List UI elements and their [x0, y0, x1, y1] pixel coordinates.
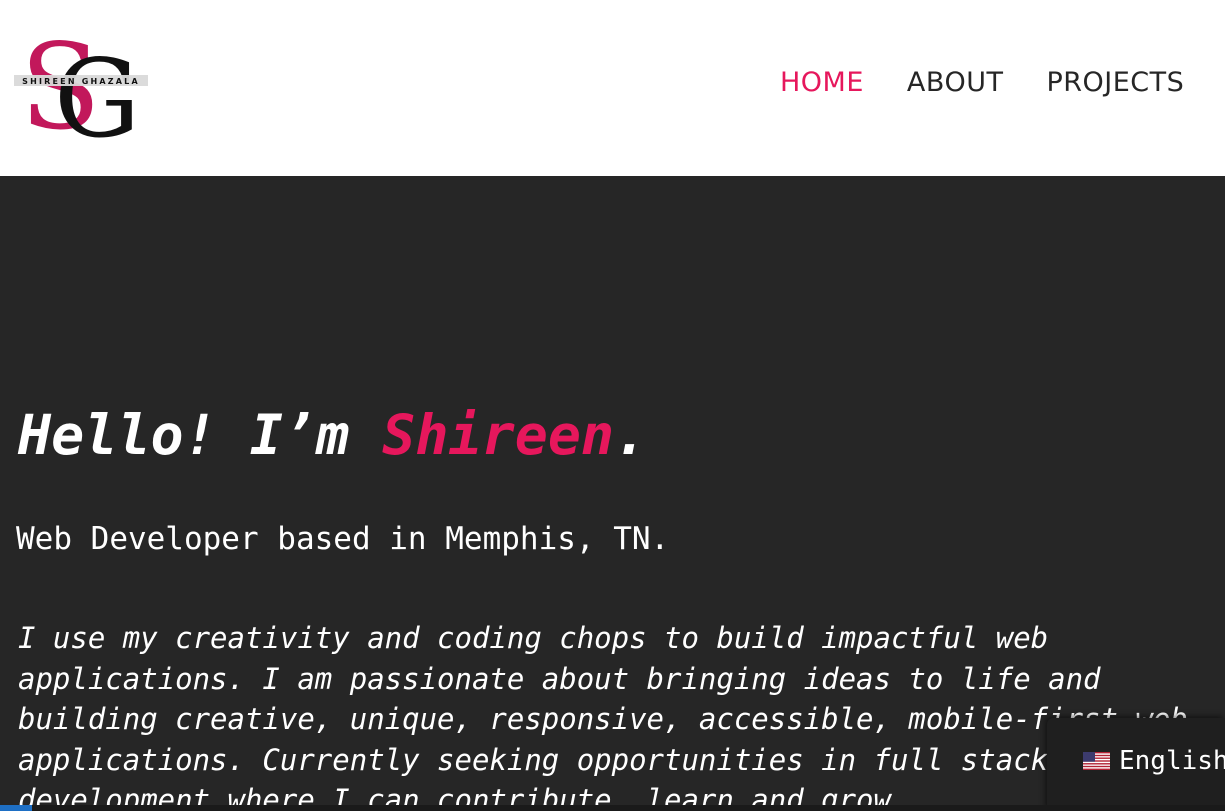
site-header: S G SHIREEN GHAZALA HOME ABOUT PROJECTS [0, 0, 1225, 176]
greeting-prefix: Hello! I’m [18, 403, 383, 467]
hero-subtitle: Web Developer based in Memphis, TN. [16, 521, 670, 557]
site-logo[interactable]: S G SHIREEN GHAZALA [12, 22, 152, 146]
sg-monogram-logo: S G SHIREEN GHAZALA [14, 22, 148, 146]
nav-home-link[interactable]: HOME [780, 67, 864, 98]
nav-projects-link[interactable]: PROJECTS [1046, 67, 1184, 98]
bottom-bar [0, 805, 1225, 811]
greeting-name: Shireen [382, 403, 615, 467]
greeting-suffix: . [614, 403, 648, 467]
bio-line: building creative, unique, responsive, a… [18, 702, 1188, 736]
hero-section: Hello! I’m Shireen. Web Developer based … [0, 176, 1225, 811]
bio-line: applications. Currently seeking opportun… [18, 742, 1049, 777]
logo-letter-g: G [54, 37, 140, 146]
main-nav: HOME ABOUT PROJECTS [780, 62, 1184, 102]
taskbar-indicator [0, 805, 32, 811]
bio-line: applications. I am passionate about brin… [18, 661, 1101, 696]
hero-greeting: Hello! I’m Shireen. [18, 400, 647, 470]
nav-about-link[interactable]: ABOUT [907, 67, 1004, 98]
hero-bio: I use my creativity and coding chops to … [18, 618, 1225, 811]
logo-name-strip: SHIREEN GHAZALA [22, 77, 140, 86]
bio-line: I use my creativity and coding chops to … [18, 621, 1049, 655]
language-switcher[interactable]: English [1047, 718, 1225, 811]
language-label: English [1119, 746, 1225, 776]
us-flag-icon [1083, 752, 1110, 770]
